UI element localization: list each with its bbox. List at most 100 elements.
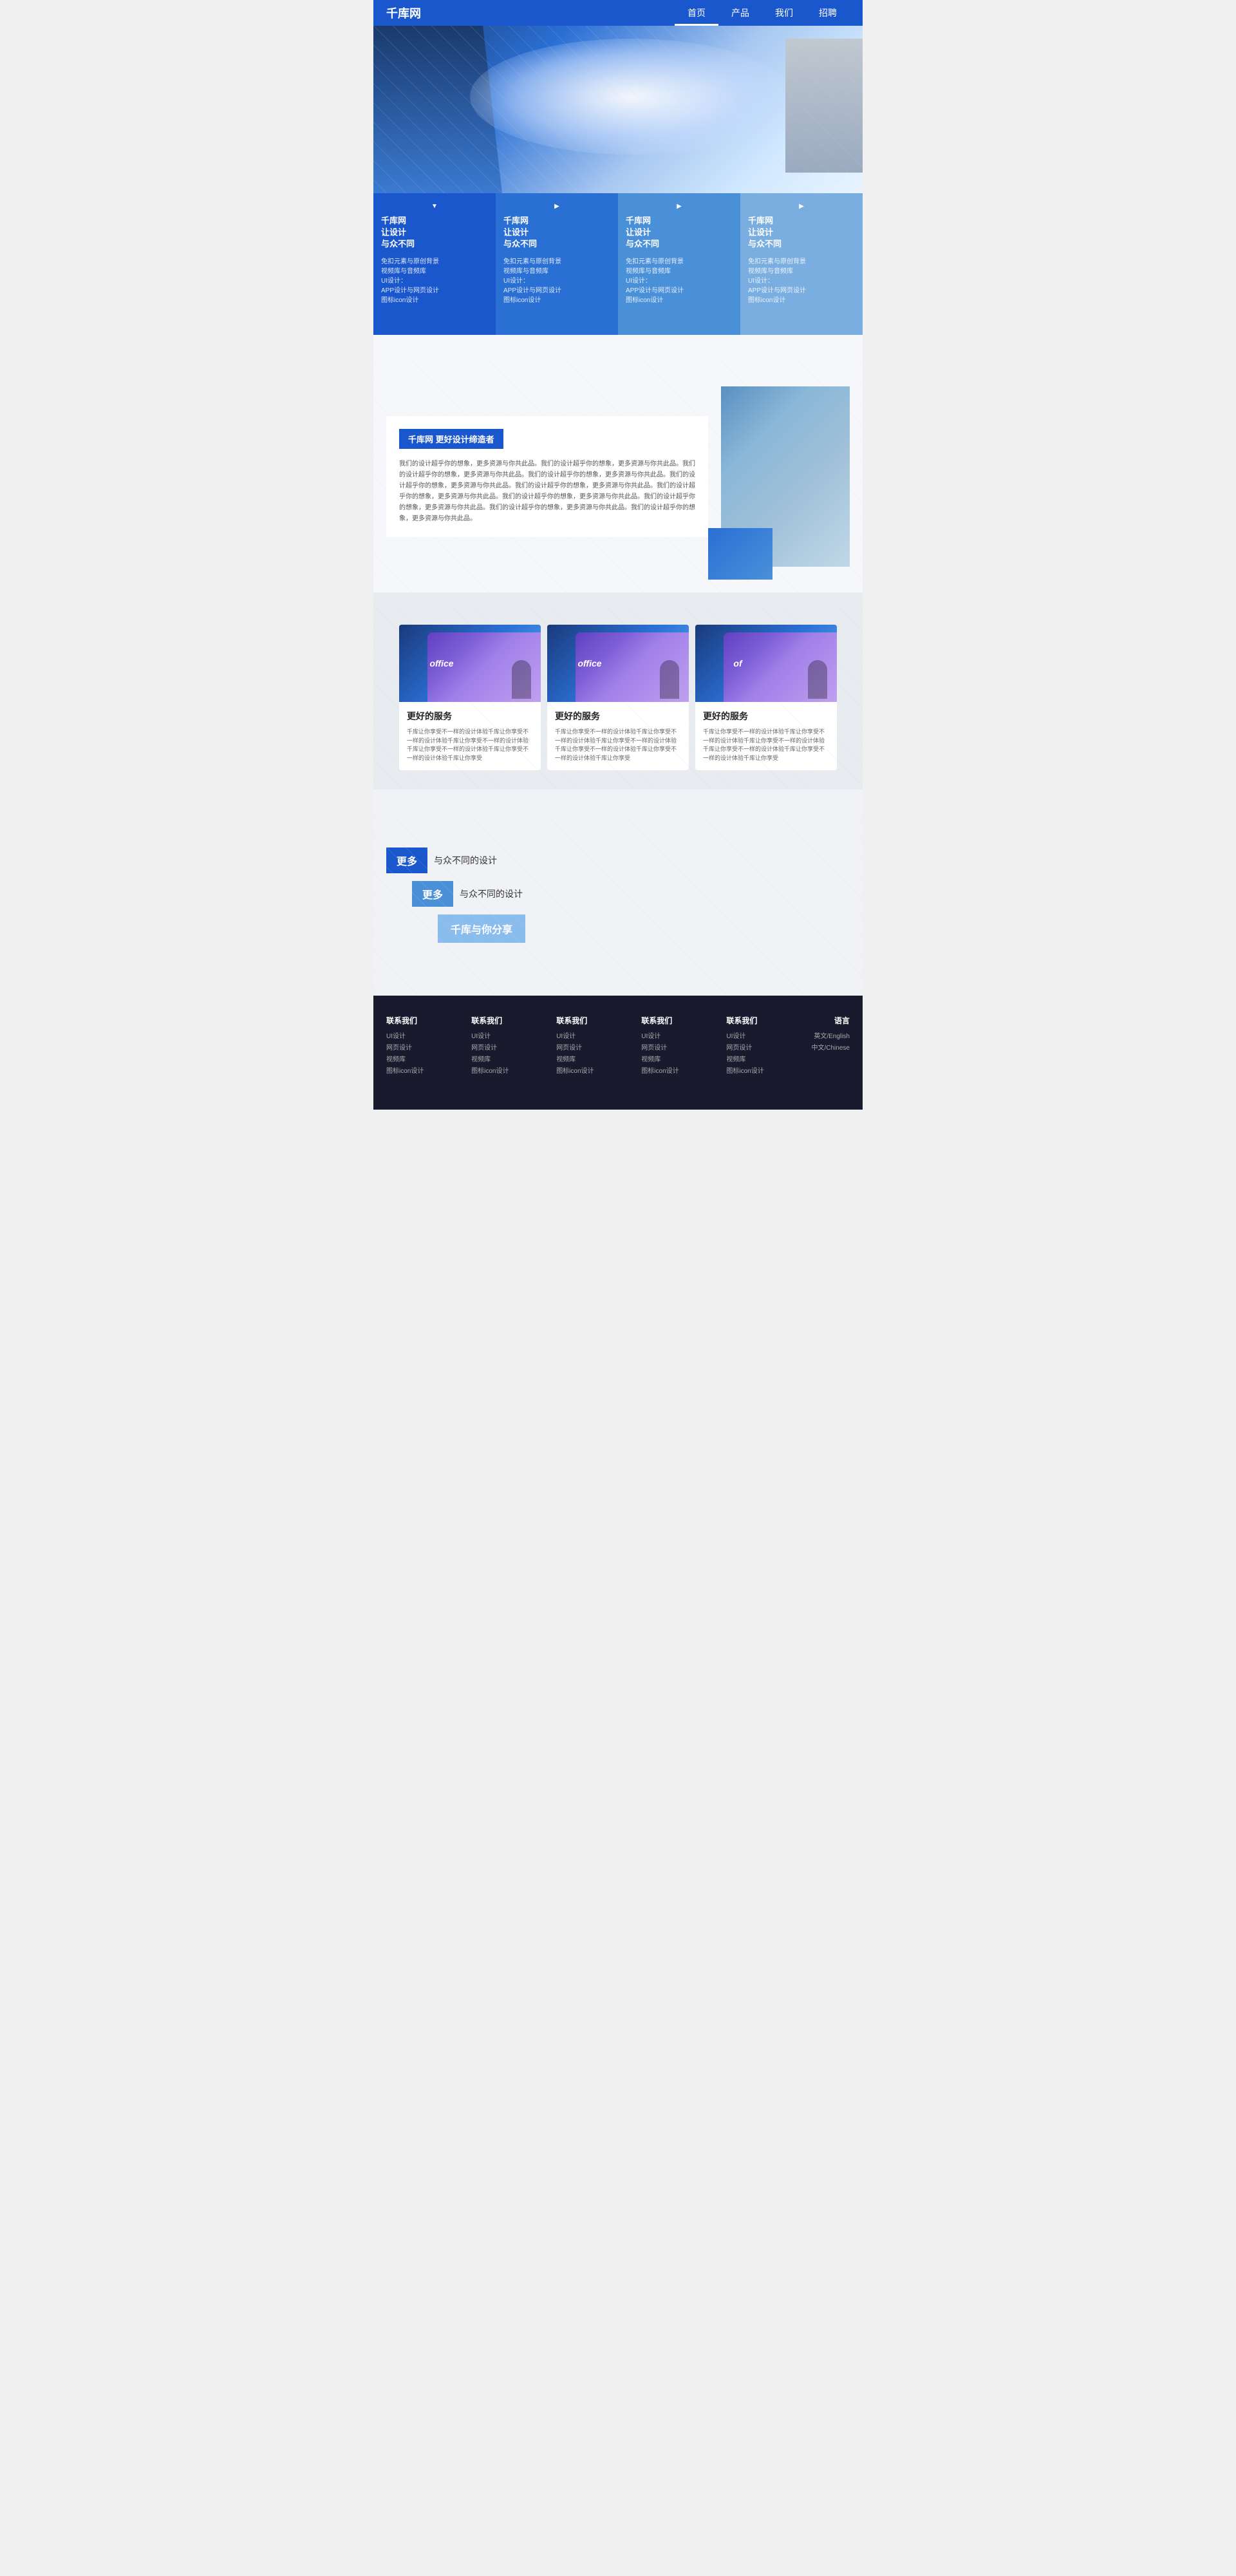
logo: 千库网 — [386, 5, 421, 21]
service-desc-1: 千库让你享受不一样的设计体验千库让你享受不一样的设计体验千库让你享受不一样的设计… — [407, 728, 533, 762]
footer-col-item-2-4[interactable]: 图标icon设计 — [471, 1066, 509, 1077]
footer-col-item-5-4[interactable]: 图标icon设计 — [726, 1066, 763, 1077]
about-desc: 我们的设计超乎你的想象，更多资源与你共此品。我们的设计超乎你的想象，更多资源与你… — [399, 459, 695, 524]
about-section: 千库网 更好设计缔造者 我们的设计超乎你的想象，更多资源与你共此品。我们的设计超… — [373, 361, 863, 592]
hero-banner — [373, 26, 863, 193]
service-desc-2: 千库让你享受不一样的设计体验千库让你享受不一样的设计体验千库让你享受不一样的设计… — [555, 728, 681, 762]
footer-col-item-1-4[interactable]: 图标icon设计 — [386, 1066, 424, 1077]
footer-col-item-4-4[interactable]: 图标icon设计 — [641, 1066, 679, 1077]
services-section: office 更好的服务 千库让你享受不一样的设计体验千库让你享受不一样的设计体… — [373, 605, 863, 790]
footer-col-4: 联系我们 UI设计 网页设计 视频库 图标icon设计 — [641, 1015, 679, 1077]
about-text-box: 千库网 更好设计缔造者 我们的设计超乎你的想象，更多资源与你共此品。我们的设计超… — [386, 416, 708, 537]
service-body-2: 更好的服务 千库让你享受不一样的设计体验千库让你享受不一样的设计体验千库让你享受… — [547, 702, 689, 770]
feature-card-2: ▶ 千库网让设计与众不同 免扣元素与原创背景视频库与音频库UI设计：APP设计与… — [496, 193, 618, 335]
footer-col-title-2: 联系我们 — [471, 1015, 509, 1026]
footer-col-item-3-3[interactable]: 视频库 — [556, 1054, 594, 1066]
footer-col-item-2-2[interactable]: 网页设计 — [471, 1043, 509, 1054]
navbar: 千库网 首页 产品 我们 招聘 — [373, 0, 863, 26]
footer-lang-col: 语言 英文/English 中文/Chinese — [811, 1015, 849, 1077]
nav-about[interactable]: 我们 — [762, 0, 806, 26]
spacer-3 — [373, 790, 863, 815]
footer-col-item-1-3[interactable]: 视频库 — [386, 1054, 424, 1066]
design-spacer — [386, 951, 850, 976]
footer-col-item-4-1[interactable]: UI设计 — [641, 1031, 679, 1043]
feature-card-1: ▼ 千库网让设计与众不同 免扣元素与原创背景视频库与音频库UI设计：APP设计与… — [373, 193, 496, 335]
hero-building-right — [785, 39, 863, 173]
feature-title-2: 千库网让设计与众不同 — [503, 215, 610, 251]
footer-col-5: 联系我们 UI设计 网页设计 视频库 图标icon设计 — [726, 1015, 763, 1077]
service-image-2: office — [547, 625, 689, 702]
feature-desc-4: 免扣元素与原创背景视频库与音频库UI设计：APP设计与网页设计图标icon设计 — [748, 257, 855, 305]
footer-col-item-4-2[interactable]: 网页设计 — [641, 1043, 679, 1054]
footer-grid: 联系我们 UI设计 网页设计 视频库 图标icon设计 联系我们 UI设计 网页… — [386, 1015, 850, 1077]
feature-title-3: 千库网让设计与众不同 — [626, 215, 733, 251]
service-title-1: 更好的服务 — [407, 710, 533, 723]
footer-col-title-3: 联系我们 — [556, 1015, 594, 1026]
footer-col-item-5-2[interactable]: 网页设计 — [726, 1043, 763, 1054]
footer-col-title-5: 联系我们 — [726, 1015, 763, 1026]
about-image-overlay — [708, 528, 772, 580]
feature-desc-1: 免扣元素与原创背景视频库与音频库UI设计：APP设计与网页设计图标icon设计 — [381, 257, 488, 305]
service-card-3: of 更好的服务 千库让你享受不一样的设计体验千库让你享受不一样的设计体验千库让… — [695, 625, 837, 770]
arrow-icon-4: ▶ — [748, 203, 855, 210]
footer-col-title-4: 联系我们 — [641, 1015, 679, 1026]
feature-title-1: 千库网让设计与众不同 — [381, 215, 488, 251]
nav-menu: 首页 产品 我们 招聘 — [675, 0, 850, 26]
footer-col-item-3-1[interactable]: UI设计 — [556, 1031, 594, 1043]
footer-col-1: 联系我们 UI设计 网页设计 视频库 图标icon设计 — [386, 1015, 424, 1077]
hero-cloud — [470, 39, 792, 155]
footer-col-item-3-4[interactable]: 图标icon设计 — [556, 1066, 594, 1077]
service-office-label-1: office — [429, 658, 453, 668]
footer-lang-zh[interactable]: 中文/Chinese — [811, 1043, 849, 1054]
design-label-1: 与众不同的设计 — [434, 854, 497, 867]
person-silhouette-1 — [512, 660, 531, 699]
service-image-1: office — [399, 625, 541, 702]
footer: 联系我们 UI设计 网页设计 视频库 图标icon设计 联系我们 UI设计 网页… — [373, 996, 863, 1110]
design-blue-box-1: 更多 — [386, 848, 427, 873]
service-office-label-3: of — [733, 658, 742, 668]
design-label-2: 与众不同的设计 — [460, 887, 523, 900]
arrow-icon-1: ▼ — [381, 203, 488, 210]
service-body-1: 更好的服务 千库让你享受不一样的设计体验千库让你享受不一样的设计体验千库让你享受… — [399, 702, 541, 770]
arrow-icon-3: ▶ — [626, 203, 733, 210]
service-title-2: 更好的服务 — [555, 710, 681, 723]
service-card-2: office 更好的服务 千库让你享受不一样的设计体验千库让你享受不一样的设计体… — [547, 625, 689, 770]
design-section: 更多 与众不同的设计 更多 与众不同的设计 千库与你分享 — [373, 815, 863, 996]
feature-desc-2: 免扣元素与原创背景视频库与音频库UI设计：APP设计与网页设计图标icon设计 — [503, 257, 610, 305]
footer-col-item-2-1[interactable]: UI设计 — [471, 1031, 509, 1043]
service-title-3: 更好的服务 — [703, 710, 829, 723]
services-grid: office 更好的服务 千库让你享受不一样的设计体验千库让你享受不一样的设计体… — [386, 625, 850, 770]
footer-col-item-5-1[interactable]: UI设计 — [726, 1031, 763, 1043]
service-body-3: 更好的服务 千库让你享受不一样的设计体验千库让你享受不一样的设计体验千库让你享受… — [695, 702, 837, 770]
design-row-3: 千库与你分享 — [438, 914, 850, 943]
service-image-3: of — [695, 625, 837, 702]
feature-desc-3: 免扣元素与原创背景视频库与音频库UI设计：APP设计与网页设计图标icon设计 — [626, 257, 733, 305]
footer-col-title-1: 联系我们 — [386, 1015, 424, 1026]
feature-tabs: ▼ 千库网让设计与众不同 免扣元素与原创背景视频库与音频库UI设计：APP设计与… — [373, 193, 863, 335]
footer-col-item-1-2[interactable]: 网页设计 — [386, 1043, 424, 1054]
design-row-1: 更多 与众不同的设计 — [386, 848, 850, 873]
footer-col-item-2-3[interactable]: 视频库 — [471, 1054, 509, 1066]
feature-title-4: 千库网让设计与众不同 — [748, 215, 855, 251]
footer-col-item-5-3[interactable]: 视频库 — [726, 1054, 763, 1066]
about-tag: 千库网 更好设计缔造者 — [399, 429, 503, 449]
footer-col-item-3-2[interactable]: 网页设计 — [556, 1043, 594, 1054]
nav-jobs[interactable]: 招聘 — [806, 0, 850, 26]
footer-lang-en[interactable]: 英文/English — [811, 1031, 849, 1043]
footer-col-item-4-3[interactable]: 视频库 — [641, 1054, 679, 1066]
footer-col-item-1-1[interactable]: UI设计 — [386, 1031, 424, 1043]
design-row-2: 更多 与众不同的设计 — [412, 881, 850, 907]
service-card-1: office 更好的服务 千库让你享受不一样的设计体验千库让你享受不一样的设计体… — [399, 625, 541, 770]
service-desc-3: 千库让你享受不一样的设计体验千库让你享受不一样的设计体验千库让你享受不一样的设计… — [703, 728, 829, 762]
nav-home[interactable]: 首页 — [675, 0, 718, 26]
spacer-2 — [373, 592, 863, 605]
feature-card-4: ▶ 千库网让设计与众不同 免扣元素与原创背景视频库与音频库UI设计：APP设计与… — [740, 193, 863, 335]
spacer-1 — [373, 335, 863, 361]
nav-products[interactable]: 产品 — [718, 0, 762, 26]
person-silhouette-2 — [660, 660, 679, 699]
footer-col-2: 联系我们 UI设计 网页设计 视频库 图标icon设计 — [471, 1015, 509, 1077]
design-blue-box-2: 更多 — [412, 881, 453, 907]
footer-col-3: 联系我们 UI设计 网页设计 视频库 图标icon设计 — [556, 1015, 594, 1077]
service-office-label-2: office — [577, 658, 601, 668]
feature-card-3: ▶ 千库网让设计与众不同 免扣元素与原创背景视频库与音频库UI设计：APP设计与… — [618, 193, 740, 335]
